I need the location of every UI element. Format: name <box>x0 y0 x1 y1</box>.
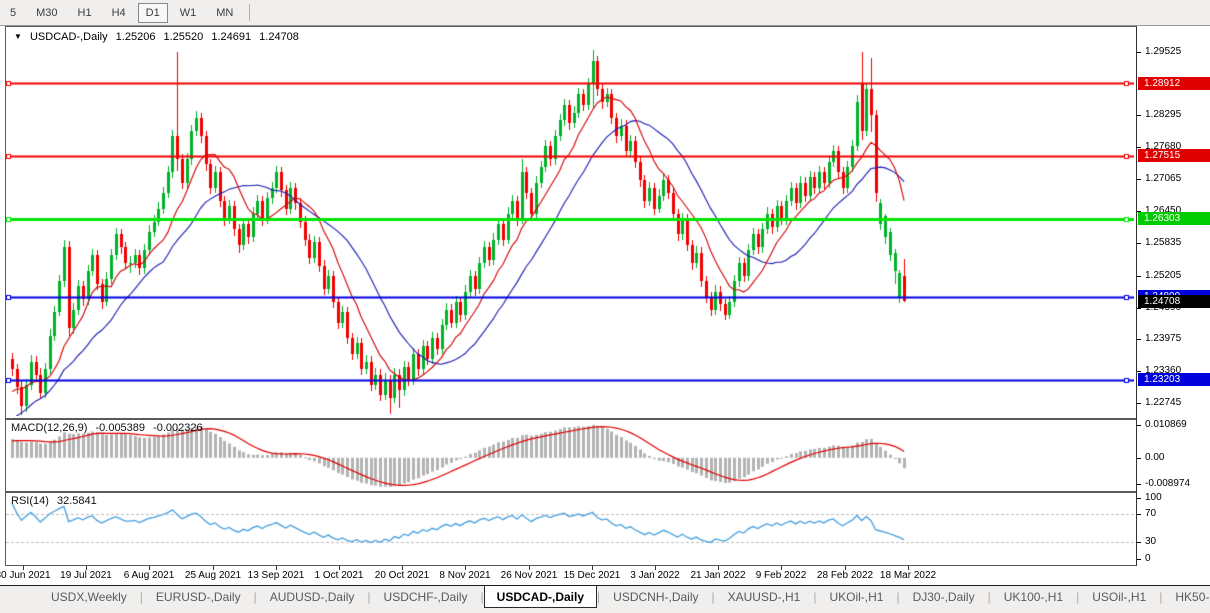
main-chart-pane: ▼ USDCAD-,Daily 1.25206 1.25520 1.24691 … <box>5 26 1137 419</box>
ohlc-high: 1.25520 <box>164 31 204 43</box>
date-label: 21 Jan 2022 <box>690 570 745 581</box>
price-tick-dash <box>1137 403 1141 404</box>
ohlc-close: 1.24708 <box>259 31 299 43</box>
date-label: 20 Oct 2021 <box>375 570 429 581</box>
price-tick-label: 1.25835 <box>1145 237 1181 248</box>
macd-axis-label: 0.00 <box>1145 452 1164 463</box>
date-label: 19 Jul 2021 <box>60 570 112 581</box>
symbol-dropdown-icon[interactable]: ▼ <box>14 32 22 41</box>
price-tick-label: 1.25205 <box>1145 270 1181 281</box>
tab-usdcad-[interactable]: USDCAD-,Daily <box>484 586 597 608</box>
price-tick-label: 1.28295 <box>1145 109 1181 120</box>
candlestick-chart[interactable] <box>6 27 1134 416</box>
macd-value-main: -0.005389 <box>95 422 145 434</box>
ohlc-open: 1.25206 <box>116 31 156 43</box>
rsi-name: RSI(14) <box>11 495 49 507</box>
chart-symbol-label: USDCAD-,Daily <box>30 31 108 43</box>
price-tick-label: 1.22745 <box>1145 397 1181 408</box>
price-badge: 1.27515 <box>1138 149 1210 162</box>
tab-hk50-[interactable]: HK50-,H1 <box>1162 586 1210 607</box>
date-label: 6 Aug 2021 <box>124 570 175 581</box>
macd-name: MACD(12,26,9) <box>11 422 87 434</box>
date-label: 3 Jan 2022 <box>630 570 680 581</box>
rsi-tick-dash <box>1137 514 1141 515</box>
tab-audusd-[interactable]: AUDUSD-,Daily <box>257 586 368 607</box>
macd-label: MACD(12,26,9) -0.005389 -0.002326 <box>11 422 208 434</box>
rsi-axis-label: 30 <box>1145 536 1156 547</box>
rsi-label: RSI(14) 32.5841 <box>11 495 102 507</box>
price-badge: 1.24708 <box>1138 295 1210 308</box>
rsi-tick-dash <box>1137 498 1141 499</box>
timeframe-button-d1[interactable]: D1 <box>138 3 168 23</box>
price-tick-dash <box>1137 52 1141 53</box>
ohlc-low: 1.24691 <box>211 31 251 43</box>
date-label: 13 Sep 2021 <box>248 570 305 581</box>
date-label: 26 Nov 2021 <box>501 570 558 581</box>
price-tick-dash <box>1137 276 1141 277</box>
chart-window: ▼ USDCAD-,Daily 1.25206 1.25520 1.24691 … <box>0 26 1210 585</box>
price-tick-label: 1.29525 <box>1145 46 1181 57</box>
date-label: 8 Nov 2021 <box>439 570 490 581</box>
timeframe-button-m30[interactable]: M30 <box>28 3 65 23</box>
price-tick-label: 1.27065 <box>1145 173 1181 184</box>
price-tick-dash <box>1137 147 1141 148</box>
tab-usdcnh-[interactable]: USDCNH-,Daily <box>600 586 711 607</box>
date-label: 28 Feb 2022 <box>817 570 873 581</box>
rsi-chart[interactable] <box>6 493 1134 563</box>
rsi-value: 32.5841 <box>57 495 97 507</box>
date-label: 9 Feb 2022 <box>756 570 807 581</box>
toolbar-separator <box>249 4 250 21</box>
macd-axis-label: -0.008974 <box>1145 478 1190 489</box>
macd-axis-label: 0.010869 <box>1145 419 1187 430</box>
date-label: 30 Jun 2021 <box>0 570 51 581</box>
rsi-tick-dash <box>1137 559 1141 560</box>
timeframe-button-mn[interactable]: MN <box>208 3 241 23</box>
macd-value-signal: -0.002326 <box>153 422 203 434</box>
price-badge: 1.26303 <box>1138 212 1210 225</box>
tab-eurusd-[interactable]: EURUSD-,Daily <box>143 586 254 607</box>
chart-title: ▼ USDCAD-,Daily 1.25206 1.25520 1.24691 … <box>14 31 304 43</box>
rsi-axis-label: 0 <box>1145 553 1151 564</box>
date-label: 15 Dec 2021 <box>564 570 621 581</box>
timeframe-toolbar: 5M30H1H4D1W1MN <box>0 0 1210 26</box>
tab-dj30-[interactable]: DJ30-,Daily <box>900 586 988 607</box>
price-axis: 1.295251.282951.276801.270651.264501.258… <box>1136 26 1210 566</box>
rsi-tick-dash <box>1137 542 1141 543</box>
tab-ukoil-[interactable]: UKOil-,H1 <box>816 586 896 607</box>
price-tick-dash <box>1137 179 1141 180</box>
timeframe-button-h4[interactable]: H4 <box>104 3 134 23</box>
date-label: 25 Aug 2021 <box>185 570 241 581</box>
date-label: 18 Mar 2022 <box>880 570 936 581</box>
macd-tick-dash <box>1137 425 1141 426</box>
tab-usoil-[interactable]: USOil-,H1 <box>1079 586 1159 607</box>
price-badge: 1.28912 <box>1138 77 1210 90</box>
price-tick-dash <box>1137 339 1141 340</box>
date-axis: 30 Jun 2021 19 Jul 2021 6 Aug 2021 25 Aug 2… <box>0 566 1210 585</box>
rsi-axis-label: 70 <box>1145 508 1156 519</box>
tab-usdx[interactable]: USDX,Weekly <box>38 586 140 607</box>
price-tick-dash <box>1137 371 1141 372</box>
price-badge: 1.23203 <box>1138 373 1210 386</box>
timeframe-button-5[interactable]: 5 <box>2 3 24 23</box>
tab-uk100-[interactable]: UK100-,H1 <box>991 586 1076 607</box>
tab-xauusd-[interactable]: XAUUSD-,H1 <box>715 586 814 607</box>
macd-tick-dash <box>1137 484 1141 485</box>
macd-tick-dash <box>1137 458 1141 459</box>
rsi-axis-label: 100 <box>1145 492 1162 503</box>
timeframe-button-h1[interactable]: H1 <box>70 3 100 23</box>
date-label: 1 Oct 2021 <box>315 570 364 581</box>
rsi-pane: RSI(14) 32.5841 <box>5 492 1137 566</box>
macd-pane: MACD(12,26,9) -0.005389 -0.002326 <box>5 419 1137 492</box>
price-tick-dash <box>1137 308 1141 309</box>
price-tick-label: 1.23975 <box>1145 333 1181 344</box>
price-tick-dash <box>1137 243 1141 244</box>
symbol-tabbar: USDX,Weekly|EURUSD-,Daily|AUDUSD-,Daily|… <box>0 585 1210 613</box>
timeframe-button-w1[interactable]: W1 <box>172 3 205 23</box>
price-tick-dash <box>1137 115 1141 116</box>
tab-usdchf-[interactable]: USDCHF-,Daily <box>371 586 481 607</box>
